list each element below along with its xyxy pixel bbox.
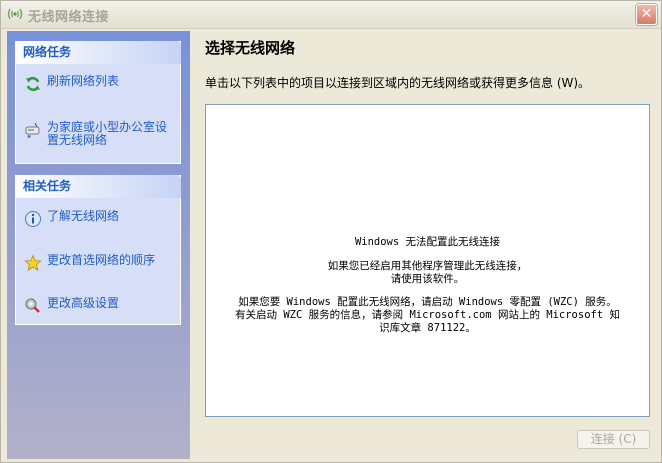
wireless-network-list[interactable]: Windows 无法配置此无线连接 如果您已经启用其他程序管理此无线连接， 请使… — [205, 104, 650, 417]
task-label: 更改高级设置 — [47, 296, 120, 310]
setup-network-icon — [24, 121, 42, 139]
error-message-line: 请使用该软件。 — [390, 273, 465, 285]
info-icon — [24, 210, 42, 228]
error-message-line: 有关启动 WZC 服务的信息，请参阅 Microsoft.com 网站上的 Mi… — [235, 309, 620, 321]
related-tasks-body: 了解无线网络 更改首选网络的顺序 更改高级设置 — [15, 198, 181, 325]
task-label: 为家庭或小型办公室设置无线网络 — [47, 120, 168, 147]
wireless-network-icon — [6, 6, 24, 22]
star-icon — [24, 254, 42, 272]
error-message-line: 如果您要 Windows 配置此无线网络，请启动 Windows 零配置 (WZ… — [238, 296, 617, 308]
network-tasks-box: 网络任务 刷新网络列表 为家庭或小型办公室设置无线网络 — [15, 41, 181, 164]
setup-home-network-link[interactable]: 为家庭或小型办公室设置无线网络 — [16, 118, 180, 150]
network-tasks-body: 刷新网络列表 为家庭或小型办公室设置无线网络 — [15, 64, 181, 164]
title-bar[interactable]: 无线网络连接 ✕ — [1, 1, 661, 29]
instruction-text: 单击以下列表中的项目以连接到区域内的无线网络或获得更多信息 (W)。 — [205, 76, 591, 90]
wireless-connection-window: 无线网络连接 ✕ 网络任务 刷新网络列表 为家庭或小型办公室设置无线网络 相关任… — [0, 0, 662, 463]
page-title: 选择无线网络 — [205, 39, 296, 57]
network-tasks-header[interactable]: 网络任务 — [15, 41, 181, 64]
task-label: 了解无线网络 — [47, 209, 120, 223]
refresh-icon — [24, 75, 42, 93]
change-preferred-order-link[interactable]: 更改首选网络的顺序 — [16, 251, 180, 277]
close-icon: ✕ — [640, 6, 653, 22]
related-tasks-header[interactable]: 相关任务 — [15, 175, 181, 198]
task-label: 更改首选网络的顺序 — [47, 253, 156, 267]
refresh-network-list-link[interactable]: 刷新网络列表 — [16, 72, 180, 98]
task-pane: 网络任务 刷新网络列表 为家庭或小型办公室设置无线网络 相关任务 了解无线网络 … — [7, 31, 190, 459]
connect-button[interactable]: 连接 (C) — [577, 430, 650, 449]
settings-icon — [24, 297, 42, 315]
main-panel: 选择无线网络 单击以下列表中的项目以连接到区域内的无线网络或获得更多信息 (W)… — [193, 31, 659, 459]
close-button[interactable]: ✕ — [636, 4, 657, 25]
error-message-line: 如果您已经启用其他程序管理此无线连接， — [327, 260, 528, 272]
learn-wireless-link[interactable]: 了解无线网络 — [16, 207, 180, 233]
related-tasks-box: 相关任务 了解无线网络 更改首选网络的顺序 更改高级设置 — [15, 175, 181, 325]
task-label: 刷新网络列表 — [47, 74, 120, 88]
error-message-line: 识库文章 871122。 — [379, 322, 476, 334]
window-title: 无线网络连接 — [28, 10, 110, 25]
change-advanced-settings-link[interactable]: 更改高级设置 — [16, 294, 180, 320]
error-message-title: Windows 无法配置此无线连接 — [354, 236, 501, 248]
